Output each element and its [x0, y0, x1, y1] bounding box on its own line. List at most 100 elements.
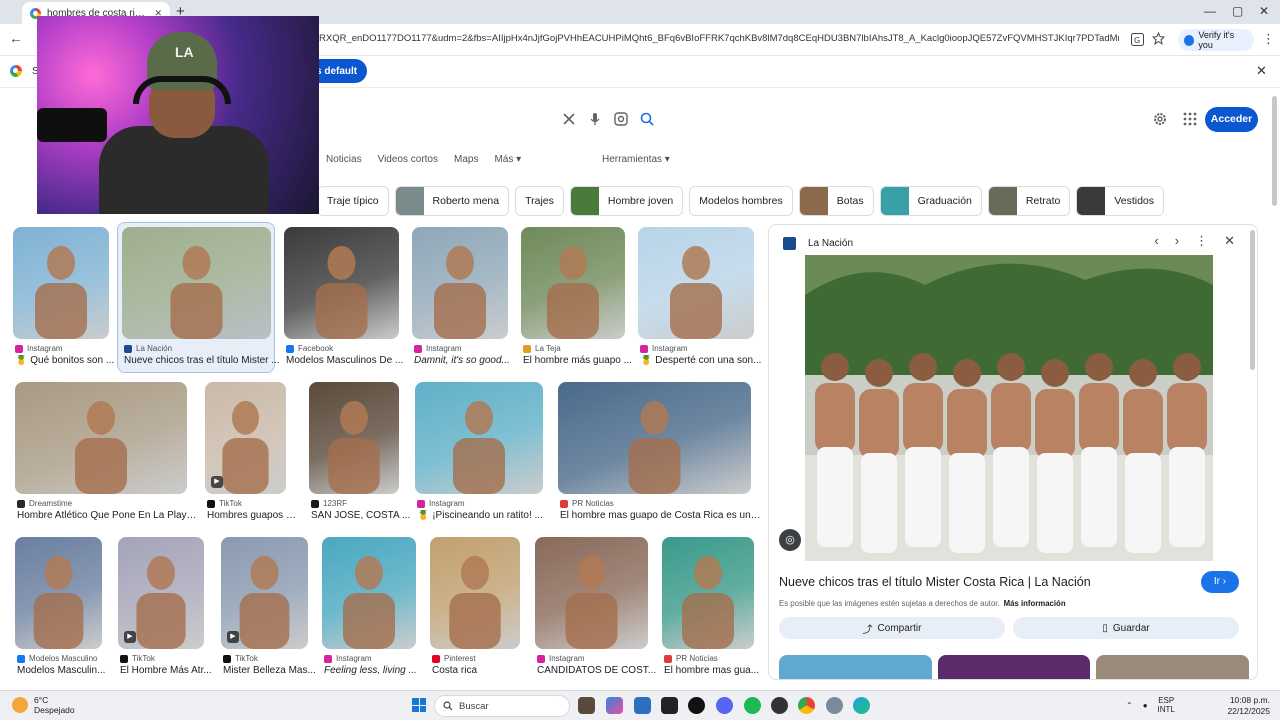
image-result[interactable]: Pinterest Costa rica: [430, 537, 520, 681]
image-result[interactable]: Instagram Damnit, it's so good...: [412, 227, 510, 371]
previous-icon[interactable]: ‹: [1154, 233, 1158, 249]
share-button[interactable]: ⤴ Compartir: [779, 617, 1005, 639]
result-thumbnail[interactable]: [662, 537, 754, 649]
preview-source[interactable]: La Nación: [808, 238, 853, 249]
image-result[interactable]: 123RF SAN JOSÉ, COSTA ...: [309, 382, 410, 526]
edge-icon[interactable]: [853, 697, 870, 714]
preview-scrollbar[interactable]: [1250, 230, 1255, 370]
result-caption[interactable]: Feeling less, living ...: [324, 665, 428, 676]
image-result[interactable]: Instagram 🍍 Qué bonitos son ...: [13, 227, 114, 371]
start-button-icon[interactable]: [412, 698, 426, 712]
result-caption[interactable]: 🍍 ¡Piscineando un ratito! ...: [417, 510, 555, 521]
result-caption[interactable]: Modelos Masculin...: [17, 665, 114, 676]
result-caption[interactable]: El hombre mas gua...: [664, 665, 766, 676]
close-preview-icon[interactable]: ✕: [1224, 233, 1235, 249]
visual-search-icon[interactable]: ◎: [779, 529, 801, 551]
result-thumbnail[interactable]: [638, 227, 754, 339]
result-caption[interactable]: El hombre más guapo ...: [523, 355, 637, 366]
back-button[interactable]: ←: [6, 30, 26, 50]
result-thumbnail[interactable]: [535, 537, 648, 649]
image-result[interactable]: ▶ TikTok El Hombre Más Atr...: [118, 537, 212, 681]
next-icon[interactable]: ›: [1175, 233, 1179, 249]
result-thumbnail[interactable]: [412, 227, 508, 339]
image-result[interactable]: PR Noticias El hombre mas gua...: [662, 537, 759, 681]
image-result[interactable]: La Nación Nueve chicos tras el título Mis…: [122, 227, 280, 371]
settings-gear-icon[interactable]: [1152, 111, 1168, 127]
image-result[interactable]: ▶ TikTok Hombres guapos e...: [205, 382, 298, 526]
page-scrollbar[interactable]: [1272, 96, 1277, 206]
weather-widget[interactable]: 6°C Despejado: [12, 695, 75, 715]
result-caption[interactable]: 🍍 Desperté con una son...: [640, 355, 766, 366]
browser-menu-icon[interactable]: ⋮: [1262, 31, 1275, 47]
result-caption[interactable]: CANDIDATOS DE COST...: [537, 665, 660, 676]
tab-noticias[interactable]: Noticias: [326, 154, 362, 165]
tab-mas[interactable]: Más ▾: [494, 154, 521, 165]
image-result[interactable]: Dreamstime Hombre Atlético Que Pone En La…: [15, 382, 199, 526]
result-caption[interactable]: Modelos Masculinos De ...: [286, 355, 411, 366]
window-close-button[interactable]: ✕: [1259, 4, 1269, 18]
result-thumbnail[interactable]: [13, 227, 109, 339]
verify-identity-chip[interactable]: Verify it's you: [1178, 29, 1254, 51]
image-result[interactable]: Instagram 🍍 ¡Piscineando un ratito! ...: [415, 382, 543, 526]
result-thumbnail[interactable]: [430, 537, 520, 649]
language-indicator[interactable]: ESP INTL: [1158, 696, 1175, 714]
chip-graduación[interactable]: Graduación: [879, 186, 982, 216]
chip-modelos-hombres[interactable]: Modelos hombres: [689, 186, 793, 216]
result-caption[interactable]: Hombres guapos e...: [207, 510, 298, 521]
result-caption[interactable]: Mister Belleza Mas...: [223, 665, 320, 676]
result-thumbnail[interactable]: [322, 537, 416, 649]
minimize-button[interactable]: —: [1204, 4, 1216, 18]
result-caption[interactable]: Costa rica: [432, 665, 532, 676]
translate-icon[interactable]: G: [1131, 33, 1144, 46]
result-caption[interactable]: SAN JOSÉ, COSTA ...: [311, 510, 411, 521]
url-field[interactable]: RXQR_enDO1177DO1177&udm=2&fbs=AIIjpHx4nJ…: [319, 33, 1119, 44]
tab-maps[interactable]: Maps: [454, 154, 478, 165]
image-result[interactable]: ▶ TikTok Mister Belleza Mas...: [221, 537, 316, 681]
task-view-icon[interactable]: [578, 697, 595, 714]
image-result[interactable]: La Teja El hombre más guapo ...: [521, 227, 632, 371]
infobar-close-button[interactable]: ✕: [1256, 63, 1267, 79]
google-apps-icon[interactable]: [1182, 111, 1198, 127]
capcut-icon[interactable]: [661, 697, 678, 714]
chrome-icon[interactable]: [798, 697, 815, 714]
tools-button[interactable]: Herramientas ▾: [602, 154, 670, 165]
tray-chevron-icon[interactable]: ⌃: [1126, 701, 1133, 710]
chip-hombre-joven[interactable]: Hombre joven: [569, 186, 684, 216]
result-thumbnail[interactable]: [284, 227, 399, 339]
tab-videos-cortos[interactable]: Videos cortos: [378, 154, 438, 165]
chip-traje-típico[interactable]: Traje típico: [317, 186, 389, 216]
image-result[interactable]: Instagram CANDIDATOS DE COST...: [535, 537, 656, 681]
chip-botas[interactable]: Botas: [798, 186, 874, 216]
clock[interactable]: 10:08 p.m. 22/12/2025: [1224, 695, 1270, 717]
result-caption[interactable]: 🍍 Qué bonitos son ...: [15, 355, 121, 366]
related-image[interactable]: [1096, 655, 1250, 679]
related-image[interactable]: [937, 655, 1091, 679]
copilot-icon[interactable]: [606, 697, 623, 714]
result-thumbnail[interactable]: [415, 382, 543, 494]
chip-roberto-mena[interactable]: Roberto mena: [394, 186, 510, 216]
more-options-icon[interactable]: ⋮: [1195, 233, 1208, 249]
save-button[interactable]: ▯ Guardar: [1013, 617, 1239, 639]
sign-in-button[interactable]: Acceder: [1205, 107, 1258, 132]
result-thumbnail[interactable]: [122, 227, 271, 339]
image-result[interactable]: Facebook Modelos Masculinos De ...: [284, 227, 403, 371]
image-result[interactable]: Modelos Masculino Modelos Masculin...: [15, 537, 105, 681]
voice-search-icon[interactable]: [587, 111, 603, 127]
chip-trajes[interactable]: Trajes: [515, 186, 564, 216]
result-caption[interactable]: Damnit, it's so good...: [414, 355, 520, 366]
settings-icon[interactable]: [826, 697, 843, 714]
preview-title[interactable]: Nueve chicos tras el título Mister Costa…: [779, 575, 1091, 589]
discord-icon[interactable]: [716, 697, 733, 714]
chip-retrato[interactable]: Retrato: [987, 186, 1071, 216]
preview-image[interactable]: [805, 255, 1213, 561]
result-thumbnail[interactable]: [15, 537, 102, 649]
result-thumbnail[interactable]: [309, 382, 399, 494]
visit-button[interactable]: Ir ›: [1201, 571, 1239, 593]
bookmark-star-icon[interactable]: [1152, 32, 1165, 45]
result-thumbnail[interactable]: [521, 227, 625, 339]
result-caption[interactable]: Nueve chicos tras el título Mister ...: [124, 355, 283, 366]
lens-search-icon[interactable]: [613, 111, 629, 127]
maximize-button[interactable]: ▢: [1232, 4, 1243, 18]
result-caption[interactable]: El Hombre Más Atr...: [120, 665, 216, 676]
search-icon[interactable]: [639, 111, 655, 127]
